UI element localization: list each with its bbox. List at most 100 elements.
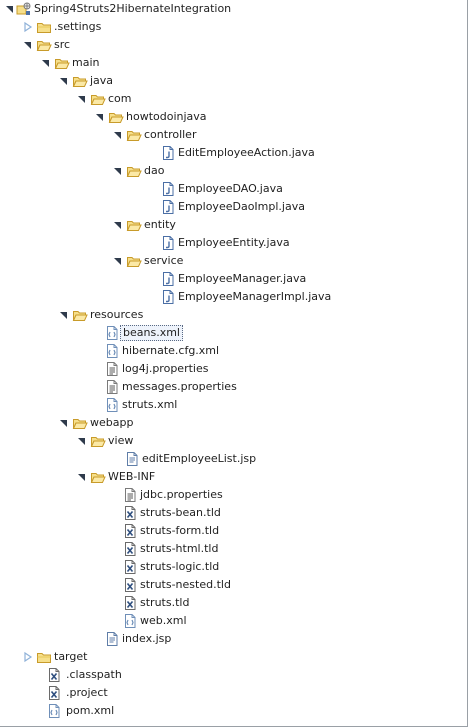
- folder-icon: [36, 19, 52, 35]
- tree-label: entity: [144, 218, 176, 231]
- tree-label: EmployeeEntity.java: [178, 236, 290, 249]
- tree-row[interactable]: log4j.properties: [0, 360, 467, 378]
- folder-icon: [36, 649, 52, 665]
- tree-arrow-expanded[interactable]: [22, 39, 34, 51]
- tree-row[interactable]: pom.xml: [0, 702, 467, 720]
- tree-label: webapp: [90, 416, 134, 429]
- folder-open-icon: [72, 73, 88, 89]
- tld-file-icon: [122, 577, 138, 593]
- tree-arrow-expanded[interactable]: [112, 129, 124, 141]
- folder-open-icon: [126, 217, 142, 233]
- jsp-file-icon: [124, 451, 140, 467]
- tree-row[interactable]: com: [0, 90, 467, 108]
- tree-label: target: [54, 650, 88, 663]
- xml-file-icon: [122, 613, 138, 629]
- tree-arrow-expanded[interactable]: [58, 309, 70, 321]
- tree-row[interactable]: src: [0, 36, 467, 54]
- tree-row[interactable]: webapp: [0, 414, 467, 432]
- tree-label: .classpath: [66, 668, 122, 681]
- tree-label: struts.tld: [140, 596, 190, 609]
- tree-row[interactable]: EmployeeManagerImpl.java: [0, 288, 467, 306]
- xml-file-icon: [46, 703, 62, 719]
- tree-label: struts-form.tld: [140, 524, 220, 537]
- tree-row[interactable]: target: [0, 648, 467, 666]
- tree-label: .settings: [54, 20, 102, 33]
- tree-row[interactable]: entity: [0, 216, 467, 234]
- tree-row[interactable]: EmployeeEntity.java: [0, 234, 467, 252]
- tree-label: struts-nested.tld: [140, 578, 231, 591]
- tree-row[interactable]: index.jsp: [0, 630, 467, 648]
- tree-row[interactable]: struts-logic.tld: [0, 558, 467, 576]
- tree-label: struts-logic.tld: [140, 560, 220, 573]
- tree-label: resources: [90, 308, 144, 321]
- tree-arrow-expanded[interactable]: [40, 57, 52, 69]
- tree-row[interactable]: struts-form.tld: [0, 522, 467, 540]
- folder-open-icon: [54, 55, 70, 71]
- tree-row[interactable]: struts-bean.tld: [0, 504, 467, 522]
- tree-row[interactable]: web.xml: [0, 612, 467, 630]
- java-file-icon: [160, 289, 176, 305]
- tree-row[interactable]: dao: [0, 162, 467, 180]
- folder-open-icon: [90, 469, 106, 485]
- tld-file-icon: [122, 505, 138, 521]
- tree-row[interactable]: EmployeeDAO.java: [0, 180, 467, 198]
- tree-arrow-collapsed[interactable]: [22, 651, 34, 663]
- tree-label: beans.xml: [120, 325, 183, 341]
- tree-row[interactable]: EmployeeManager.java: [0, 270, 467, 288]
- tree-arrow-expanded[interactable]: [112, 219, 124, 231]
- folder-open-icon: [126, 253, 142, 269]
- tree-arrow-expanded[interactable]: [112, 165, 124, 177]
- java-file-icon: [160, 271, 176, 287]
- tree-row[interactable]: EditEmployeeAction.java: [0, 144, 467, 162]
- tree-row[interactable]: .settings: [0, 18, 467, 36]
- tree-row[interactable]: view: [0, 432, 467, 450]
- tree-row[interactable]: controller: [0, 126, 467, 144]
- tree-label: controller: [144, 128, 197, 141]
- folder-open-icon: [108, 109, 124, 125]
- jsp-file-icon: [104, 631, 120, 647]
- tree-arrow-expanded[interactable]: [4, 3, 16, 15]
- tree-row[interactable]: struts-nested.tld: [0, 576, 467, 594]
- xml-file-icon: [104, 343, 120, 359]
- properties-file-icon: [104, 379, 120, 395]
- tree-row[interactable]: service: [0, 252, 467, 270]
- tree-label: log4j.properties: [122, 362, 209, 375]
- tree-row[interactable]: struts.xml: [0, 396, 467, 414]
- tree-label: src: [54, 38, 71, 51]
- tree-row[interactable]: jdbc.properties: [0, 486, 467, 504]
- tld-file-icon: [46, 667, 62, 683]
- tree-arrow-expanded[interactable]: [76, 471, 88, 483]
- tree-row[interactable]: EmployeeDaoImpl.java: [0, 198, 467, 216]
- tree-row-root[interactable]: Spring4Struts2HibernateIntegration: [0, 0, 467, 18]
- tree-row[interactable]: java: [0, 72, 467, 90]
- tree-row[interactable]: .classpath: [0, 666, 467, 684]
- tree-label: web.xml: [140, 614, 187, 627]
- tree-arrow-expanded[interactable]: [76, 435, 88, 447]
- tree-row[interactable]: main: [0, 54, 467, 72]
- tree-arrow-expanded[interactable]: [58, 417, 70, 429]
- folder-open-icon: [126, 127, 142, 143]
- tree-row[interactable]: howtodoinjava: [0, 108, 467, 126]
- tree-label: index.jsp: [122, 632, 172, 645]
- tld-file-icon: [122, 523, 138, 539]
- tree-row[interactable]: resources: [0, 306, 467, 324]
- tree-row[interactable]: editEmployeeList.jsp: [0, 450, 467, 468]
- tree-row[interactable]: struts.tld: [0, 594, 467, 612]
- tree-row[interactable]: messages.properties: [0, 378, 467, 396]
- tree-row-selected[interactable]: beans.xml: [0, 324, 467, 342]
- tree-row[interactable]: WEB-INF: [0, 468, 467, 486]
- tree-label: howtodoinjava: [126, 110, 207, 123]
- tree-arrow-expanded[interactable]: [112, 255, 124, 267]
- tree-arrow-expanded[interactable]: [58, 75, 70, 87]
- tree-arrow-collapsed[interactable]: [22, 21, 34, 33]
- xml-file-icon: [104, 397, 120, 413]
- tree-row[interactable]: struts-html.tld: [0, 540, 467, 558]
- tree-label: EmployeeDAO.java: [178, 182, 283, 195]
- tree-arrow-expanded[interactable]: [94, 111, 106, 123]
- java-file-icon: [160, 181, 176, 197]
- tree-row[interactable]: hibernate.cfg.xml: [0, 342, 467, 360]
- tree-label: view: [108, 434, 134, 447]
- tree-row[interactable]: .project: [0, 684, 467, 702]
- tree-arrow-expanded[interactable]: [76, 93, 88, 105]
- tree-label: WEB-INF: [108, 470, 156, 483]
